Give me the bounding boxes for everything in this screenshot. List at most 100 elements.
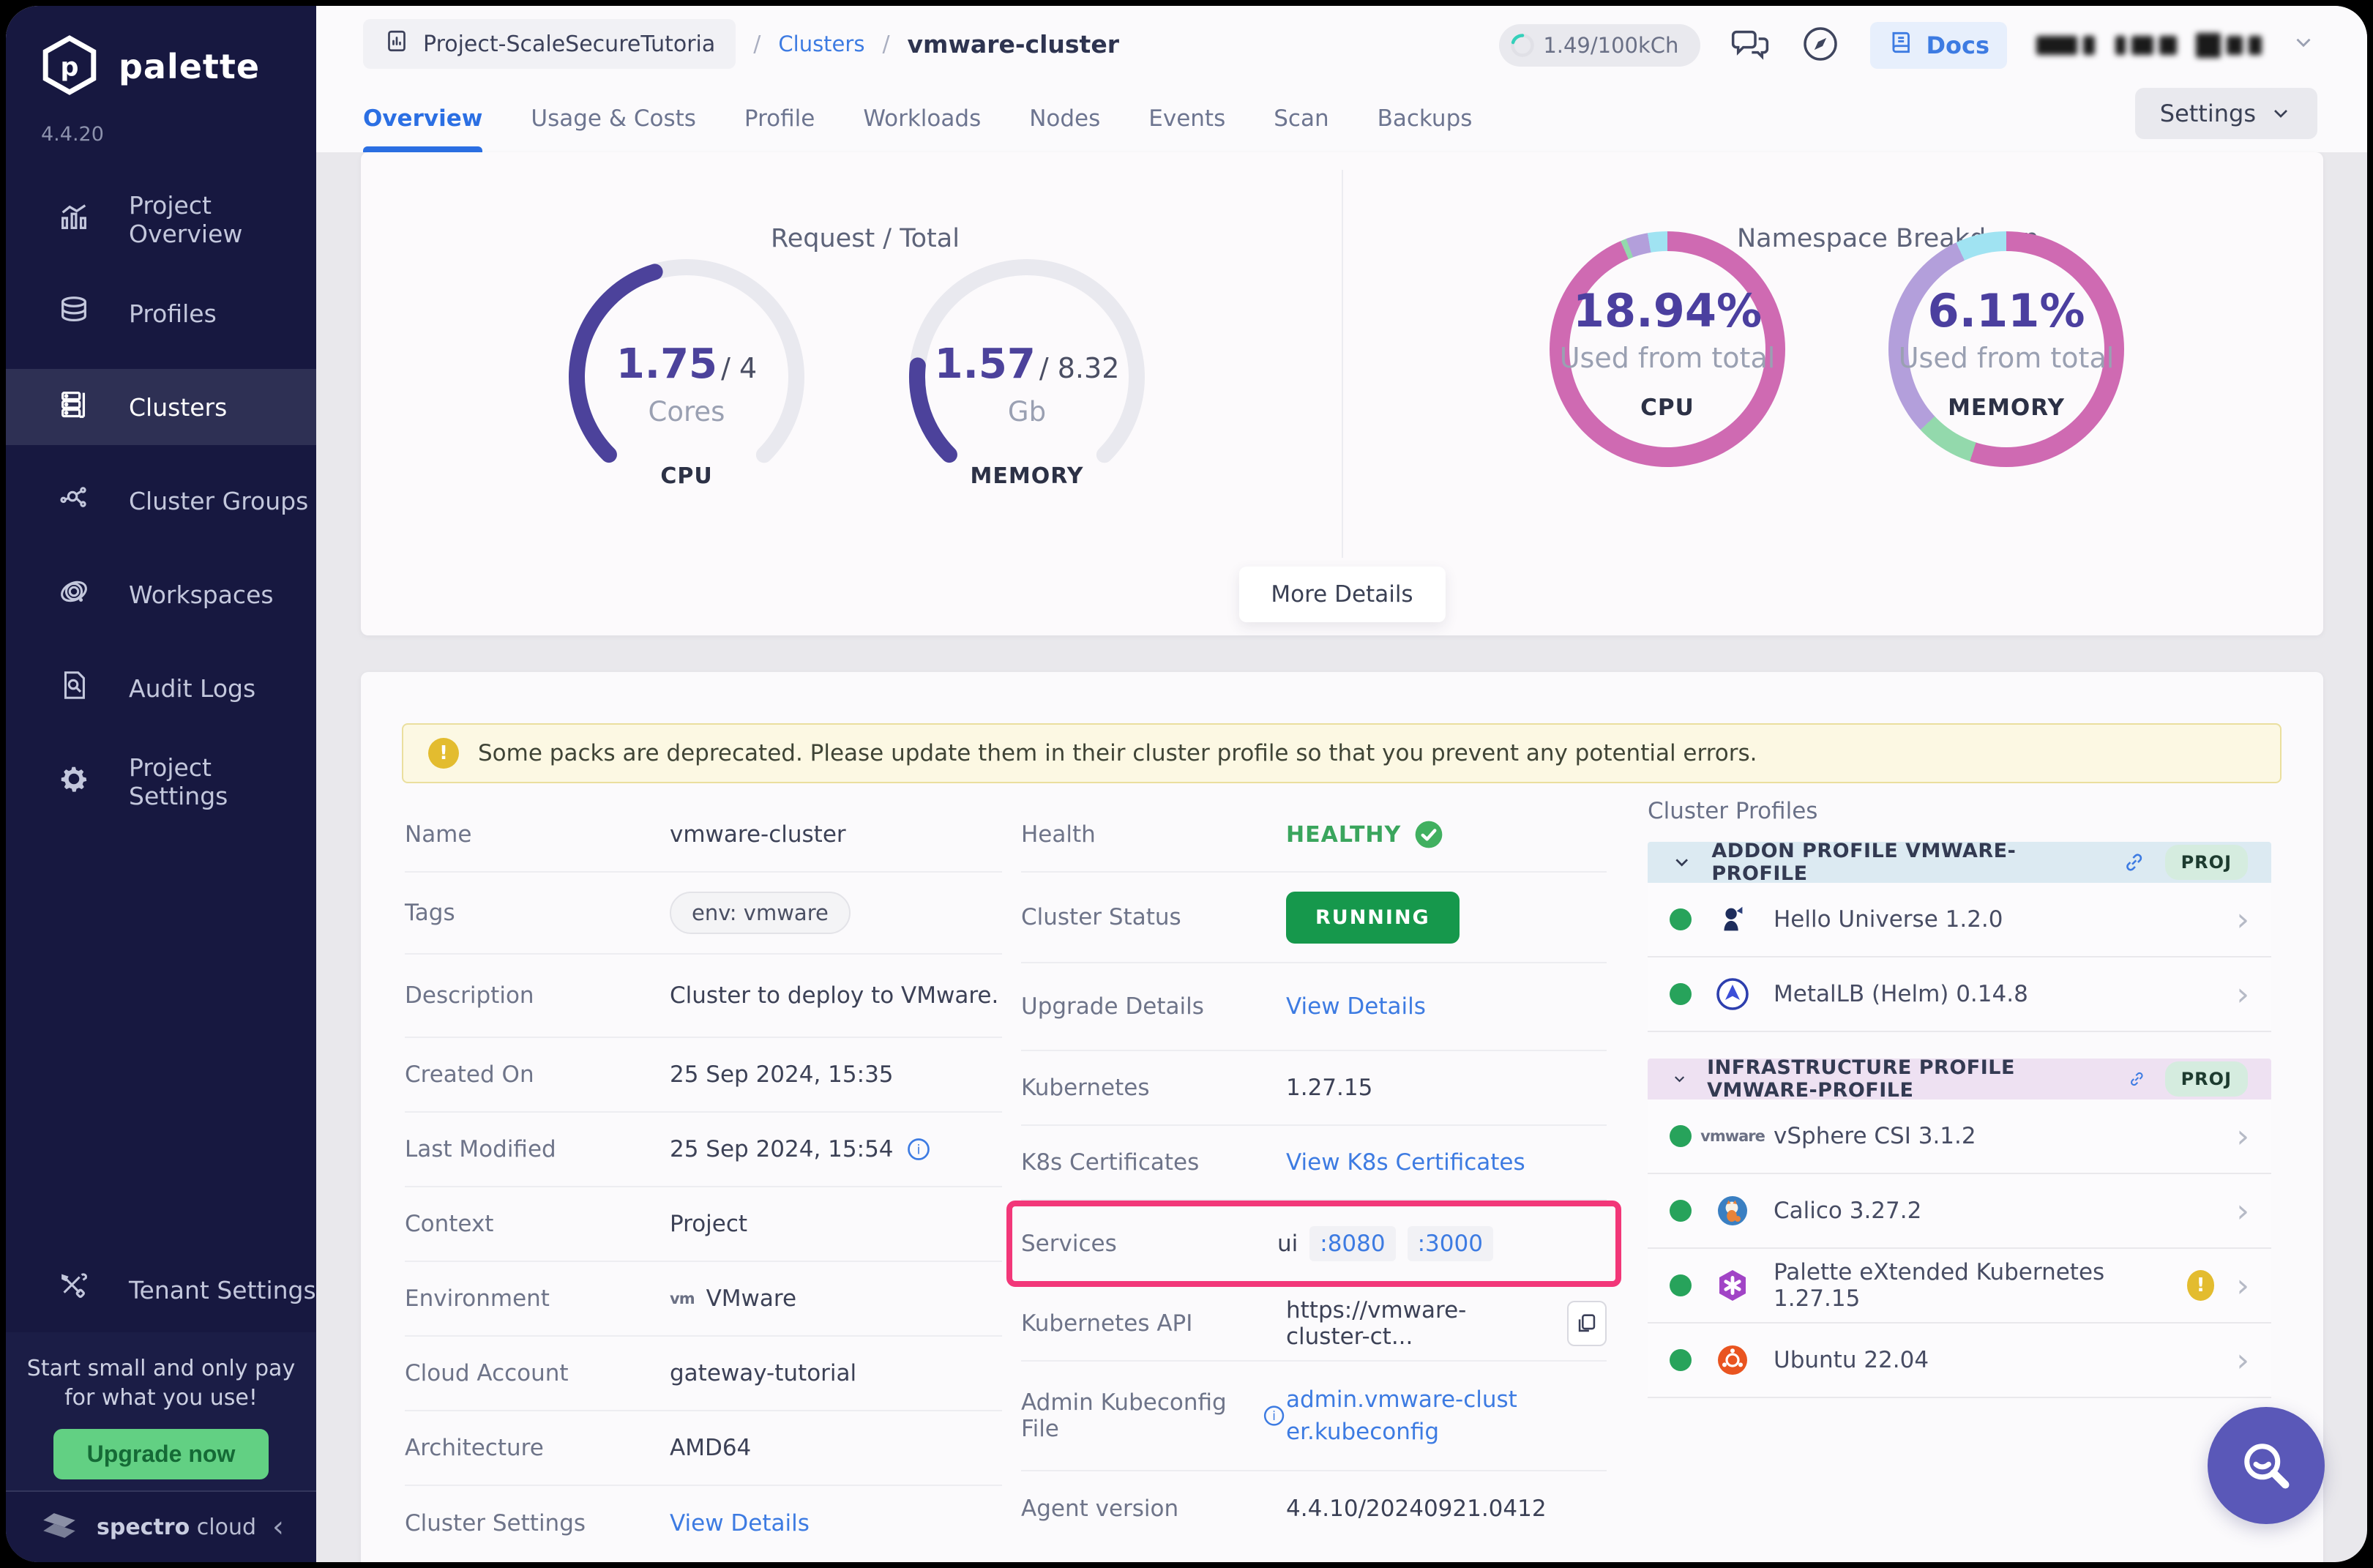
promo-text: Start small and only pay for what you us… [6,1354,316,1413]
chevron-right-icon: › [2236,901,2249,938]
profile-row-ubuntu[interactable]: Ubuntu 22.04 › [1648,1324,2271,1398]
sidebar-item-tenant-settings[interactable]: Tenant Settings [6,1252,316,1328]
copy-button[interactable] [1567,1301,1607,1346]
collapse-sidebar-icon[interactable]: ‹ [272,1510,284,1544]
request-total-title: Request / Total [771,224,960,253]
tab-usage-costs[interactable]: Usage & Costs [531,85,696,152]
profile-row-calico[interactable]: Calico 3.27.2 › [1648,1174,2271,1249]
svg-text:i: i [916,1143,920,1158]
chevron-right-icon: › [2236,976,2249,1013]
info-icon[interactable]: i [1262,1403,1286,1429]
search-smile-icon [2235,1435,2297,1496]
breadcrumb-clusters-link[interactable]: Clusters [778,31,864,56]
sidebar-item-label: Cluster Groups [129,487,308,515]
status-dot [1670,1200,1692,1222]
tab-backups[interactable]: Backups [1378,85,1473,152]
chevron-down-icon [1671,851,1692,873]
upgrade-view-details-link[interactable]: View Details [1286,993,1426,1020]
service-port-8080-link[interactable]: :8080 [1309,1226,1395,1261]
sidebar-item-workspaces[interactable]: Workspaces [6,556,316,632]
warning-text: Some packs are deprecated. Please update… [478,740,1757,766]
breadcrumb-current: vmware-cluster [908,30,1119,59]
upgrade-now-button[interactable]: Upgrade now [53,1429,269,1479]
profile-row-metallb[interactable]: MetalLB (Helm) 0.14.8 › [1648,957,2271,1032]
sidebar-item-label: Project Overview [129,191,316,248]
gear-icon [57,762,91,802]
link-icon[interactable] [2123,851,2145,874]
sidebar-footer: spectro cloud ‹ [6,1490,316,1562]
more-details-button[interactable]: More Details [1238,567,1445,622]
detail-row-last-modified: Last Modified 25 Sep 2024, 15:54 i [405,1113,1002,1187]
tab-profile[interactable]: Profile [744,85,815,152]
namespace-memory-label: MEMORY [1888,395,2124,421]
sidebar-item-project-overview[interactable]: Project Overview [6,182,316,258]
help-search-fab[interactable] [2208,1407,2325,1524]
top-right-controls: 1.49/100kCh Docs [1499,22,2316,69]
info-icon[interactable]: i [905,1136,932,1162]
deprecated-packs-banner: ! Some packs are deprecated. Please upda… [402,723,2282,783]
detail-row-kubernetes-version: Kubernetes 1.27.15 [1021,1051,1607,1126]
docs-label: Docs [1926,31,1989,59]
detail-row-admin-kubeconfig: Admin Kubeconfig File i admin.vmware-clu… [1021,1362,1607,1471]
admin-kubeconfig-link[interactable]: admin.vmware-cluster.kubeconfig [1286,1384,1528,1448]
link-icon[interactable] [2128,1067,2146,1091]
chevron-down-icon [1671,1068,1688,1090]
sidebar-item-project-settings[interactable]: Project Settings [6,744,316,820]
profile-row-vsphere-csi[interactable]: vmware vSphere CSI 3.1.2 › [1648,1100,2271,1174]
tag-pill: env: vmware [670,892,851,934]
sidebar-item-cluster-groups[interactable]: Cluster Groups [6,463,316,539]
sidebar-item-clusters[interactable]: Clusters [6,369,316,445]
settings-button[interactable]: Settings [2135,88,2317,139]
feedback-chat-icon[interactable] [1730,23,1771,67]
detail-row-environment: Environment vmVMware [405,1262,1002,1337]
project-scope-chip[interactable]: Project-ScaleSecureTutoria [363,19,736,69]
spectro-cloud-label: spectro cloud [97,1515,256,1540]
service-port-3000-link[interactable]: :3000 [1408,1226,1493,1261]
namespace-memory-caption: Used from total [1888,342,2124,374]
detail-row-cluster-settings: Cluster Settings View Details [405,1486,1002,1561]
cpu-gauge: 1.75 / 4 Cores CPU [562,253,811,501]
project-name: Project-ScaleSecureTutoria [423,31,715,57]
tab-scan[interactable]: Scan [1274,85,1328,152]
tab-events[interactable]: Events [1148,85,1225,152]
hello-universe-icon [1714,900,1752,938]
user-menu-chevron-icon[interactable] [2291,30,2316,61]
view-k8s-certificates-link[interactable]: View K8s Certificates [1286,1149,1525,1176]
usage-quota-pill[interactable]: 1.49/100kCh [1499,24,1700,67]
palette-logo-icon: p [40,35,100,98]
profile-row-palette-extended-kubernetes[interactable]: Palette eXtended Kubernetes 1.27.15 ! › [1648,1249,2271,1324]
calico-icon [1714,1192,1752,1230]
status-dot [1670,1274,1692,1296]
sidebar-item-profiles[interactable]: Profiles [6,275,316,351]
sidebar-item-label: Profiles [129,299,217,328]
chevron-right-icon: › [2236,1342,2249,1379]
detail-row-tags: Tags env: vmware [405,873,1002,955]
tab-overview[interactable]: Overview [363,85,482,152]
spectro-cloud-logo [38,1504,81,1550]
detail-row-upgrade-details: Upgrade Details View Details [1021,963,1607,1051]
detail-row-created-on: Created On 25 Sep 2024, 15:35 [405,1038,1002,1113]
status-dot [1670,983,1692,1005]
sidebar-item-label: Clusters [129,393,227,422]
chevron-right-icon: › [2236,1267,2249,1304]
docs-button[interactable]: Docs [1870,22,2007,69]
detail-row-architecture: Architecture AMD64 [405,1411,1002,1486]
profile-row-hello-universe[interactable]: Hello Universe 1.2.0 › [1648,883,2271,957]
tab-workloads[interactable]: Workloads [863,85,981,152]
cluster-settings-view-details-link[interactable]: View Details [670,1510,810,1537]
deprecated-warning-icon: ! [2187,1270,2215,1301]
tab-nodes[interactable]: Nodes [1029,85,1100,152]
infrastructure-profile-header[interactable]: INFRASTRUCTURE PROFILE VMWARE-PROFILE PR… [1648,1059,2271,1100]
addon-profile-header[interactable]: ADDON PROFILE VMWARE-PROFILE PROJ [1648,842,2271,883]
cpu-gauge-unit: Cores [562,396,811,428]
ubuntu-icon [1714,1341,1752,1379]
sidebar-item-audit-logs[interactable]: Audit Logs [6,650,316,726]
health-status: HEALTHY [1286,822,1401,848]
cpu-gauge-value: 1.75 [616,340,717,388]
overview-charts-card: Request / Total Namespace Breakdown 1.75… [361,152,2323,635]
compass-icon[interactable] [1800,23,1841,67]
usage-quota-text: 1.49/100kCh [1543,33,1678,58]
vmware-logo: vmware [1714,1117,1752,1155]
upgrade-promo: Start small and only pay for what you us… [6,1332,316,1490]
chevron-right-icon: › [2236,1192,2249,1230]
